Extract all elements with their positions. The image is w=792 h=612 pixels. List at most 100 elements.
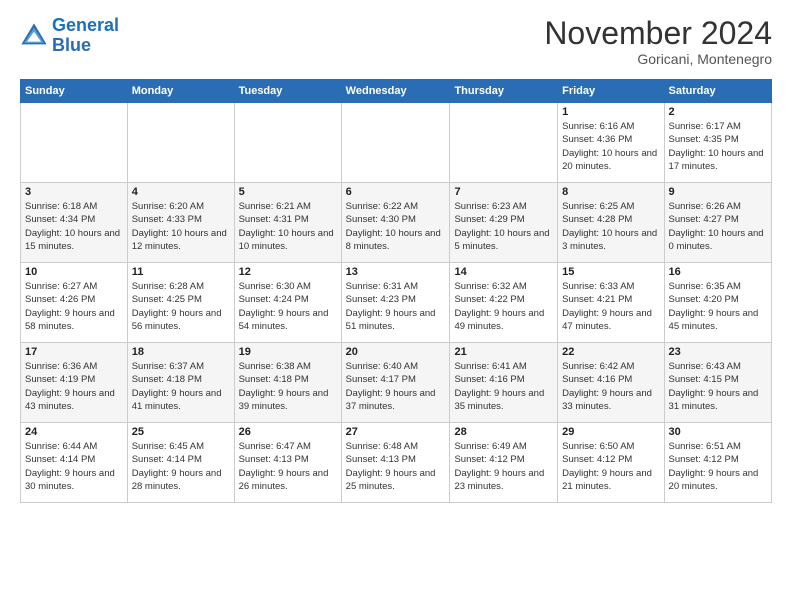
day-info: Sunrise: 6:20 AM Sunset: 4:33 PM Dayligh… — [132, 200, 230, 253]
day-cell — [127, 103, 234, 183]
day-cell: 4 Sunrise: 6:20 AM Sunset: 4:33 PM Daylig… — [127, 183, 234, 263]
header-row: SundayMondayTuesdayWednesdayThursdayFrid… — [21, 80, 772, 103]
day-number: 16 — [669, 266, 767, 278]
header-cell-saturday: Saturday — [664, 80, 771, 103]
day-cell: 25 Sunrise: 6:45 AM Sunset: 4:14 PM Dayli… — [127, 423, 234, 503]
day-cell: 16 Sunrise: 6:35 AM Sunset: 4:20 PM Dayli… — [664, 263, 771, 343]
day-cell: 20Sunrise: 6:40 AM Sunset: 4:17 PM Dayli… — [341, 343, 450, 423]
day-info: Sunrise: 6:42 AM Sunset: 4:16 PM Dayligh… — [562, 360, 659, 413]
day-info: Sunrise: 6:36 AM Sunset: 4:19 PM Dayligh… — [25, 360, 123, 413]
day-number: 11 — [132, 266, 230, 278]
week-row-2: 10 Sunrise: 6:27 AM Sunset: 4:26 PM Dayli… — [21, 263, 772, 343]
header: General Blue November 2024 Goricani, Mon… — [20, 16, 772, 67]
calendar-table: SundayMondayTuesdayWednesdayThursdayFrid… — [20, 79, 772, 503]
day-number: 27 — [346, 426, 446, 438]
day-cell: 19 Sunrise: 6:38 AM Sunset: 4:18 PM Dayli… — [234, 343, 341, 423]
day-number: 10 — [25, 266, 123, 278]
main-title: November 2024 — [544, 16, 772, 51]
page: General Blue November 2024 Goricani, Mon… — [0, 0, 792, 513]
day-number: 7 — [454, 186, 553, 198]
day-number: 25 — [132, 426, 230, 438]
day-info: Sunrise: 6:50 AM Sunset: 4:12 PM Dayligh… — [562, 440, 659, 493]
day-number: 15 — [562, 266, 659, 278]
day-info: Sunrise: 6:26 AM Sunset: 4:27 PM Dayligh… — [669, 200, 767, 253]
title-block: November 2024 Goricani, Montenegro — [544, 16, 772, 67]
day-number: 28 — [454, 426, 553, 438]
day-info: Sunrise: 6:41 AM Sunset: 4:16 PM Dayligh… — [454, 360, 553, 413]
day-info: Sunrise: 6:32 AM Sunset: 4:22 PM Dayligh… — [454, 280, 553, 333]
logo-blue: Blue — [52, 35, 91, 55]
week-row-0: 1Sunrise: 6:16 AM Sunset: 4:36 PM Daylig… — [21, 103, 772, 183]
day-number: 19 — [239, 346, 337, 358]
day-cell: 8 Sunrise: 6:25 AM Sunset: 4:28 PM Daylig… — [558, 183, 664, 263]
day-number: 23 — [669, 346, 767, 358]
day-number: 8 — [562, 186, 659, 198]
logo-general: General — [52, 15, 119, 35]
day-number: 17 — [25, 346, 123, 358]
day-cell: 5 Sunrise: 6:21 AM Sunset: 4:31 PM Daylig… — [234, 183, 341, 263]
day-cell — [450, 103, 558, 183]
day-info: Sunrise: 6:37 AM Sunset: 4:18 PM Dayligh… — [132, 360, 230, 413]
day-cell: 15 Sunrise: 6:33 AM Sunset: 4:21 PM Dayli… — [558, 263, 664, 343]
header-cell-monday: Monday — [127, 80, 234, 103]
header-cell-tuesday: Tuesday — [234, 80, 341, 103]
day-number: 6 — [346, 186, 446, 198]
day-number: 5 — [239, 186, 337, 198]
day-cell: 18Sunrise: 6:37 AM Sunset: 4:18 PM Dayli… — [127, 343, 234, 423]
day-cell: 3Sunrise: 6:18 AM Sunset: 4:34 PM Daylig… — [21, 183, 128, 263]
day-info: Sunrise: 6:51 AM Sunset: 4:12 PM Dayligh… — [669, 440, 767, 493]
day-info: Sunrise: 6:48 AM Sunset: 4:13 PM Dayligh… — [346, 440, 446, 493]
day-cell: 7Sunrise: 6:23 AM Sunset: 4:29 PM Daylig… — [450, 183, 558, 263]
day-number: 1 — [562, 106, 659, 118]
day-cell: 11 Sunrise: 6:28 AM Sunset: 4:25 PM Dayli… — [127, 263, 234, 343]
day-info: Sunrise: 6:30 AM Sunset: 4:24 PM Dayligh… — [239, 280, 337, 333]
day-info: Sunrise: 6:31 AM Sunset: 4:23 PM Dayligh… — [346, 280, 446, 333]
day-cell — [341, 103, 450, 183]
day-number: 20 — [346, 346, 446, 358]
header-cell-thursday: Thursday — [450, 80, 558, 103]
day-number: 30 — [669, 426, 767, 438]
week-row-1: 3Sunrise: 6:18 AM Sunset: 4:34 PM Daylig… — [21, 183, 772, 263]
day-cell: 2 Sunrise: 6:17 AM Sunset: 4:35 PM Daylig… — [664, 103, 771, 183]
day-info: Sunrise: 6:49 AM Sunset: 4:12 PM Dayligh… — [454, 440, 553, 493]
day-number: 14 — [454, 266, 553, 278]
day-number: 4 — [132, 186, 230, 198]
logo-text: General Blue — [52, 16, 119, 56]
day-info: Sunrise: 6:44 AM Sunset: 4:14 PM Dayligh… — [25, 440, 123, 493]
header-cell-sunday: Sunday — [21, 80, 128, 103]
logo: General Blue — [20, 16, 119, 56]
day-info: Sunrise: 6:25 AM Sunset: 4:28 PM Dayligh… — [562, 200, 659, 253]
week-row-4: 24 Sunrise: 6:44 AM Sunset: 4:14 PM Dayli… — [21, 423, 772, 503]
day-info: Sunrise: 6:43 AM Sunset: 4:15 PM Dayligh… — [669, 360, 767, 413]
day-info: Sunrise: 6:38 AM Sunset: 4:18 PM Dayligh… — [239, 360, 337, 413]
day-cell: 6Sunrise: 6:22 AM Sunset: 4:30 PM Daylig… — [341, 183, 450, 263]
day-number: 26 — [239, 426, 337, 438]
day-number: 24 — [25, 426, 123, 438]
day-cell: 9 Sunrise: 6:26 AM Sunset: 4:27 PM Daylig… — [664, 183, 771, 263]
day-info: Sunrise: 6:35 AM Sunset: 4:20 PM Dayligh… — [669, 280, 767, 333]
day-cell: 24 Sunrise: 6:44 AM Sunset: 4:14 PM Dayli… — [21, 423, 128, 503]
day-cell: 22 Sunrise: 6:42 AM Sunset: 4:16 PM Dayli… — [558, 343, 664, 423]
day-number: 3 — [25, 186, 123, 198]
day-number: 9 — [669, 186, 767, 198]
day-cell: 10 Sunrise: 6:27 AM Sunset: 4:26 PM Dayli… — [21, 263, 128, 343]
day-info: Sunrise: 6:17 AM Sunset: 4:35 PM Dayligh… — [669, 120, 767, 173]
day-cell: 17 Sunrise: 6:36 AM Sunset: 4:19 PM Dayli… — [21, 343, 128, 423]
day-number: 22 — [562, 346, 659, 358]
header-cell-friday: Friday — [558, 80, 664, 103]
subtitle: Goricani, Montenegro — [544, 51, 772, 67]
header-cell-wednesday: Wednesday — [341, 80, 450, 103]
day-info: Sunrise: 6:21 AM Sunset: 4:31 PM Dayligh… — [239, 200, 337, 253]
logo-icon — [20, 22, 48, 50]
day-cell — [234, 103, 341, 183]
day-info: Sunrise: 6:47 AM Sunset: 4:13 PM Dayligh… — [239, 440, 337, 493]
day-cell: 13Sunrise: 6:31 AM Sunset: 4:23 PM Dayli… — [341, 263, 450, 343]
day-cell: 1Sunrise: 6:16 AM Sunset: 4:36 PM Daylig… — [558, 103, 664, 183]
day-info: Sunrise: 6:33 AM Sunset: 4:21 PM Dayligh… — [562, 280, 659, 333]
day-cell: 29Sunrise: 6:50 AM Sunset: 4:12 PM Dayli… — [558, 423, 664, 503]
day-info: Sunrise: 6:27 AM Sunset: 4:26 PM Dayligh… — [25, 280, 123, 333]
day-info: Sunrise: 6:28 AM Sunset: 4:25 PM Dayligh… — [132, 280, 230, 333]
day-cell: 30 Sunrise: 6:51 AM Sunset: 4:12 PM Dayli… — [664, 423, 771, 503]
day-number: 2 — [669, 106, 767, 118]
day-info: Sunrise: 6:45 AM Sunset: 4:14 PM Dayligh… — [132, 440, 230, 493]
